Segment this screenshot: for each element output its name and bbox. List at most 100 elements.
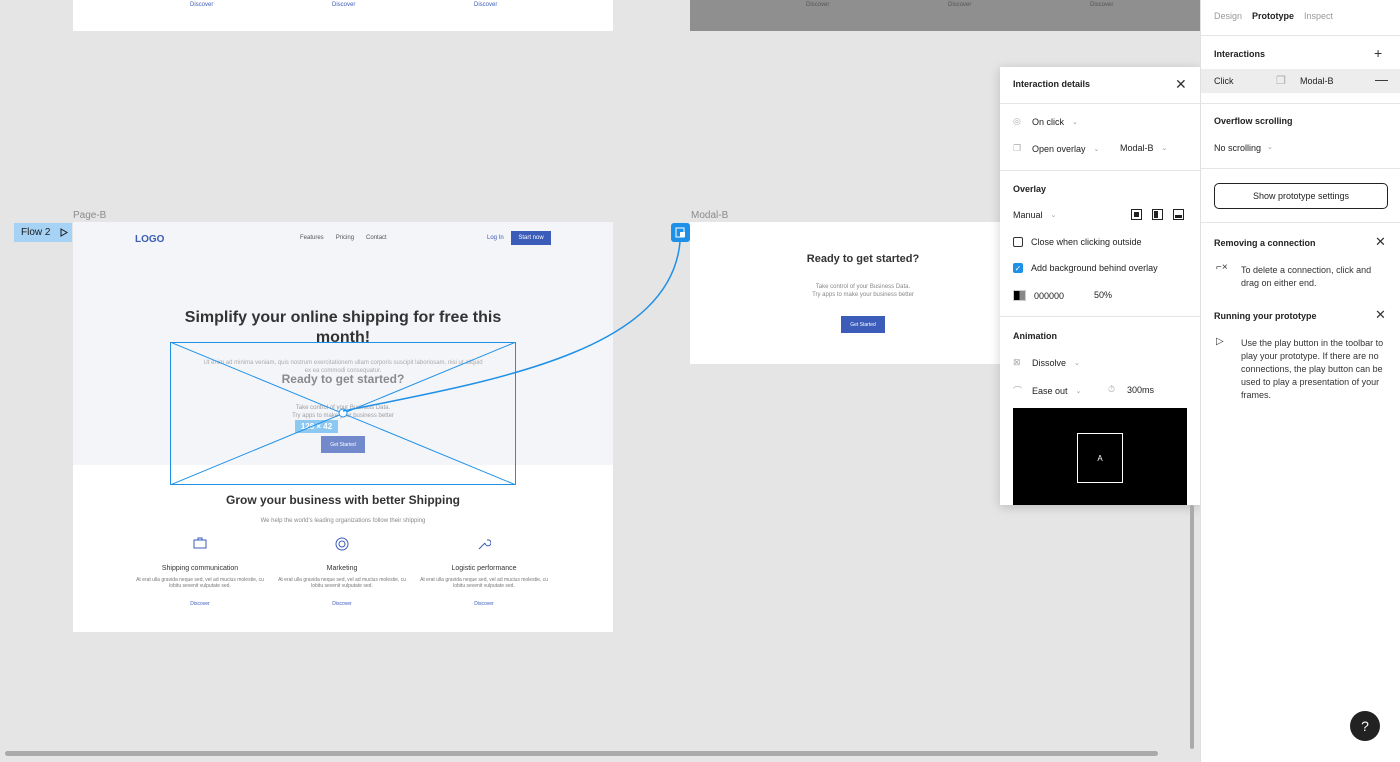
lifebuoy-icon: [272, 537, 412, 555]
nav-link: Features: [300, 235, 324, 241]
frame-label-modal[interactable]: Modal-B: [691, 210, 728, 221]
chevron-down-icon: ⌄: [1074, 359, 1080, 367]
close-icon[interactable]: ✕: [1375, 234, 1386, 250]
click-icon: ◎: [1013, 116, 1021, 126]
feature-desc: At erat ulla gravida neque sed, vel ad m…: [420, 577, 548, 589]
panel-tabs: Design Prototype Inspect: [1214, 11, 1333, 21]
tip-body: Use the play button in the toolbar to pl…: [1241, 338, 1384, 400]
overlay-heading: Overlay: [1013, 184, 1047, 194]
chevron-down-icon: ⌄: [1161, 145, 1168, 152]
chevron-down-icon: ⌄: [1093, 145, 1100, 153]
chevron-down-icon: ⌄: [1050, 212, 1057, 219]
help-button[interactable]: ?: [1350, 711, 1380, 741]
popup-title: Interaction details: [1013, 79, 1091, 89]
overflow-value: No scrolling: [1214, 143, 1262, 153]
frame-top-right[interactable]: Discover Discover Discover: [690, 0, 1200, 31]
flow-start-tag[interactable]: Flow 2: [14, 223, 72, 242]
modal-subtitle: Take control of your Business Data. Try …: [690, 283, 1000, 299]
feature-link: Discover: [332, 601, 352, 607]
add-background-label: Add background behind overlay: [1031, 263, 1158, 273]
discover-link: Discover: [190, 2, 214, 8]
divider: [1000, 316, 1200, 317]
chevron-down-icon: ⌄: [1267, 144, 1273, 151]
feature-title: Marketing: [326, 565, 358, 572]
feature-link: Discover: [474, 601, 494, 607]
vertical-scrollbar[interactable]: [1190, 505, 1194, 749]
bg-opacity-field[interactable]: 50%: [1094, 290, 1112, 300]
section-title: Grow your business with better Shipping: [225, 493, 461, 507]
section-subtitle: We help the world's leading organization…: [260, 518, 426, 524]
bg-color-value[interactable]: 000000: [1034, 291, 1064, 301]
remove-interaction-icon[interactable]: —: [1375, 72, 1388, 87]
close-icon[interactable]: ✕: [1175, 76, 1187, 93]
feature-title: Shipping communication: [161, 565, 239, 572]
destination-select[interactable]: Modal-B ⌄: [1120, 143, 1167, 153]
position-center-icon[interactable]: [1131, 209, 1142, 220]
add-background-option[interactable]: ✓ Add background behind overlay: [1013, 263, 1158, 273]
overflow-select[interactable]: No scrolling ⌄: [1214, 143, 1273, 153]
divider: [1000, 170, 1200, 171]
show-prototype-settings-button[interactable]: Show prototype settings: [1214, 183, 1388, 209]
tip-title: Running your prototype: [1214, 311, 1317, 321]
discover-link: Discover: [474, 2, 498, 8]
horizontal-scrollbar[interactable]: [5, 751, 1158, 756]
prototype-connection[interactable]: [340, 230, 690, 420]
interaction-row[interactable]: Click ❐ Modal-B —: [1201, 69, 1400, 93]
disconnect-icon: ⌐×: [1216, 262, 1228, 273]
preview-frame: A: [1077, 433, 1123, 483]
add-interaction-icon[interactable]: +: [1374, 45, 1382, 61]
tab-design[interactable]: Design: [1214, 11, 1242, 21]
bg-opacity-value[interactable]: 50%: [1094, 290, 1112, 300]
connection-node[interactable]: [671, 223, 690, 242]
frame-label-page[interactable]: Page-B: [73, 210, 106, 221]
modal-frame[interactable]: Ready to get started? Take control of yo…: [690, 222, 1000, 364]
action-select[interactable]: ❐ Open overlay ⌄: [1013, 143, 1099, 154]
properties-panel: Design Prototype Inspect Interactions + …: [1200, 0, 1400, 762]
divider: [1201, 222, 1400, 223]
discover-link: Discover: [1090, 2, 1114, 8]
timer-icon: ⏱: [1108, 384, 1116, 394]
interaction-details-popup: Interaction details ✕ ◎ On click ⌄ ❐ Ope…: [1000, 67, 1200, 505]
tip-body: To delete a connection, click and drag o…: [1241, 265, 1372, 288]
background-color-field[interactable]: 000000: [1013, 290, 1064, 301]
frame-top-left[interactable]: Discover Discover Discover: [73, 0, 613, 31]
duration-field[interactable]: ⏱ 300ms: [1108, 384, 1154, 395]
animation-select[interactable]: ⊠ Dissolve ⌄: [1013, 357, 1080, 368]
play-icon: [60, 228, 69, 237]
divider: [1201, 35, 1400, 36]
modal-line: Try apps to make your business better: [812, 292, 914, 298]
play-icon: ▷: [1216, 336, 1224, 347]
tab-inspect[interactable]: Inspect: [1304, 11, 1333, 21]
feature-card: Logistic performance At erat ulla gravid…: [414, 537, 554, 607]
animation-value: Dissolve: [1032, 357, 1067, 368]
trigger-select[interactable]: ◎ On click ⌄: [1013, 116, 1078, 127]
trigger-value: On click: [1032, 116, 1065, 127]
modal-get-started-button: Get Started: [841, 316, 885, 333]
action-value: Open overlay: [1032, 143, 1086, 154]
easing-select[interactable]: ⌒ Ease out ⌄: [1013, 384, 1081, 397]
duration-value[interactable]: 300ms: [1127, 385, 1154, 395]
discover-link: Discover: [806, 2, 830, 8]
interactions-heading: Interactions: [1214, 49, 1266, 59]
position-left-icon[interactable]: [1152, 209, 1163, 220]
close-outside-checkbox[interactable]: [1013, 237, 1023, 247]
position-bottom-icon[interactable]: [1173, 209, 1184, 220]
flow-name: Flow 2: [21, 227, 51, 238]
dissolve-icon: ⊠: [1013, 357, 1021, 367]
position-select[interactable]: Manual ⌄: [1013, 210, 1056, 220]
close-icon[interactable]: ✕: [1375, 307, 1386, 323]
color-swatch[interactable]: [1013, 290, 1026, 301]
close-outside-label: Close when clicking outside: [1031, 237, 1142, 247]
overlay-icon: [675, 227, 685, 238]
chevron-down-icon: ⌄: [1075, 387, 1082, 395]
feature-card: Marketing At erat ulla gravida neque sed…: [272, 537, 412, 607]
position-value: Manual: [1013, 210, 1043, 220]
briefcase-icon: [130, 537, 270, 555]
divider: [1201, 168, 1400, 169]
add-background-checkbox[interactable]: ✓: [1013, 263, 1023, 273]
close-outside-option[interactable]: Close when clicking outside: [1013, 237, 1142, 247]
discover-link: Discover: [332, 2, 356, 8]
tab-prototype[interactable]: Prototype: [1252, 11, 1294, 21]
easing-curve-icon: ⌒: [1013, 386, 1023, 396]
position-presets: [1131, 209, 1184, 220]
